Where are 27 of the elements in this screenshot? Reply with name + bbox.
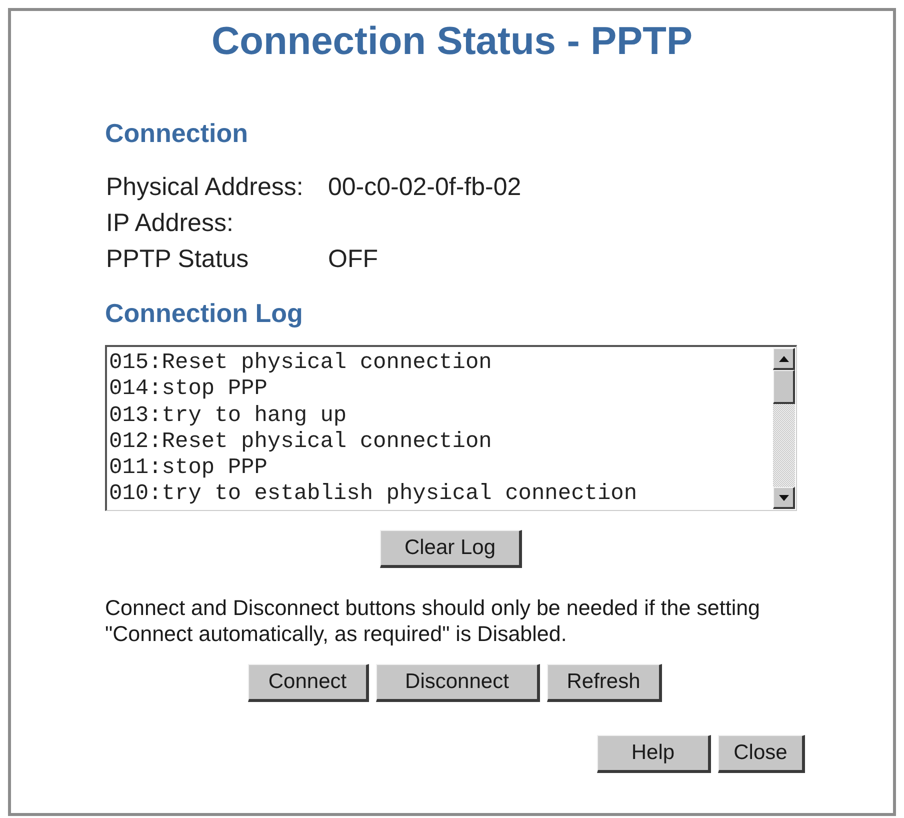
- log-box[interactable]: 015:Reset physical connection 014:stop PPP 013:try to hang up 012:Reset physical connection 011:stop PPP 010:try to establish physical connection: [105, 345, 797, 511]
- info-note: Connect and Disconnect buttons should only be needed if the setting "Connect automatically, as required" is Disabled.: [105, 595, 762, 647]
- log-entry: 013:try to hang up: [109, 402, 348, 429]
- up-triangle-icon: [778, 356, 788, 362]
- scrollbar-thumb[interactable]: [773, 370, 795, 404]
- connect-button[interactable]: Connect: [248, 664, 369, 702]
- field-value: 00-c0-02-0f-fb-02: [328, 172, 522, 202]
- refresh-button[interactable]: Refresh: [547, 664, 662, 702]
- log-entry: 014:stop PPP: [109, 376, 268, 403]
- log-entry: 010:try to establish physical connection: [109, 481, 638, 508]
- scroll-up-button[interactable]: [773, 348, 795, 370]
- help-button[interactable]: Help: [597, 735, 711, 773]
- log-entry: 015:Reset physical connection: [109, 350, 493, 376]
- field-label: Physical Address:: [106, 172, 304, 202]
- down-triangle-icon: [778, 494, 788, 500]
- field-label: PPTP Status: [106, 244, 249, 274]
- log-entry: 012:Reset physical connection: [109, 428, 493, 456]
- close-button[interactable]: Close: [718, 735, 805, 773]
- field-label: IP Address:: [106, 208, 234, 238]
- page-title: Connection Status - PPTP: [211, 20, 693, 64]
- scroll-down-button[interactable]: [773, 487, 795, 509]
- clear-log-button[interactable]: Clear Log: [380, 530, 522, 568]
- field-value: OFF: [328, 244, 378, 274]
- disconnect-button[interactable]: Disconnect: [376, 664, 540, 702]
- log-entry: 011:stop PPP: [109, 455, 268, 482]
- section-heading: Connection Log: [105, 298, 303, 328]
- section-heading: Connection: [105, 118, 248, 148]
